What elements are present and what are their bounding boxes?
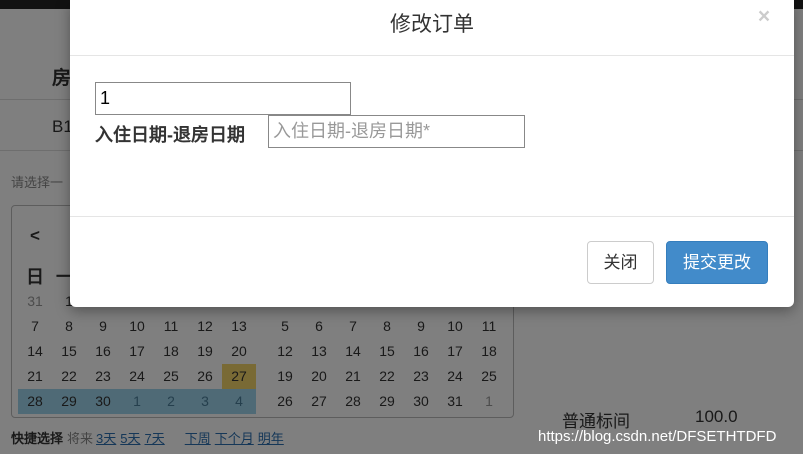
modal-body: 入住日期-退房日期 (70, 57, 794, 216)
watermark: https://blog.csdn.net/DFSETHTDFD (538, 428, 777, 445)
close-icon[interactable]: × (756, 6, 772, 28)
submit-changes-button[interactable]: 提交更改 (666, 241, 768, 284)
modal-header: 修改订单 × (70, 0, 794, 56)
modal-footer: 关闭 提交更改 (70, 216, 794, 307)
date-range-input[interactable] (268, 115, 525, 148)
modal-title: 修改订单 (390, 13, 474, 36)
date-range-label: 入住日期-退房日期 (95, 125, 245, 145)
close-button[interactable]: 关闭 (587, 241, 654, 284)
order-id-input[interactable] (95, 82, 351, 115)
edit-order-modal: 修改订单 × 入住日期-退房日期 关闭 提交更改 (70, 0, 794, 307)
